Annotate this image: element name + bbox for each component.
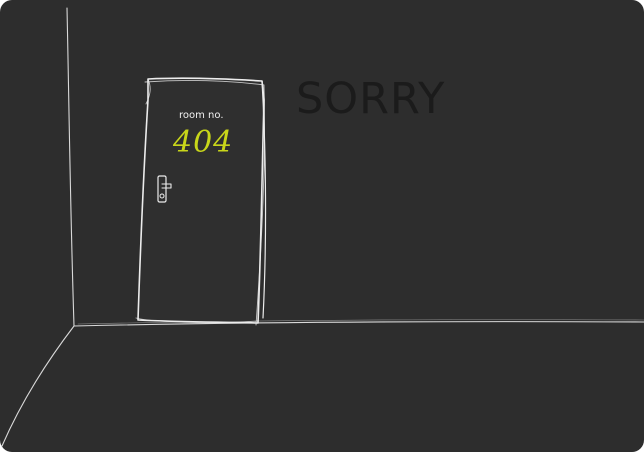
room-illustration: [1, 7, 644, 447]
not-found-page: room no. 404 SORRY: [0, 0, 644, 452]
wall-corner-line: [66, 7, 75, 327]
floor-corner-line: [1, 325, 75, 447]
room-number: 404: [173, 125, 234, 160]
page-title: SORRY: [296, 74, 446, 124]
room-number-label: room no.: [179, 110, 224, 121]
